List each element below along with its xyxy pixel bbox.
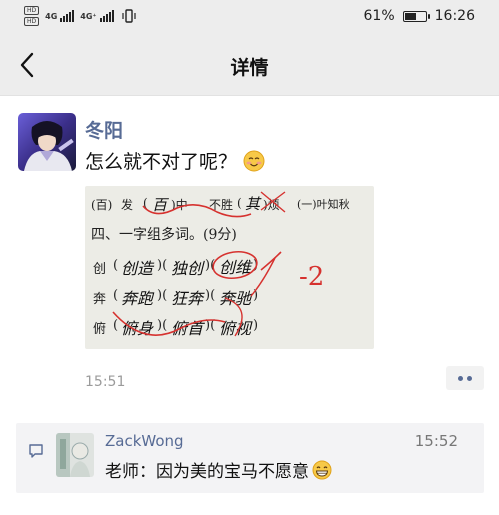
post-time: 15:51	[85, 374, 126, 390]
more-button[interactable]	[446, 366, 484, 390]
red-correction-marks	[112, 191, 286, 337]
hd-indicators: HD HD	[24, 6, 40, 26]
battery-fill	[404, 12, 417, 20]
more-dots-icon	[458, 375, 463, 381]
grinning-face-emoji	[312, 460, 332, 479]
post-text: 怎么就不对了呢？	[85, 147, 265, 174]
status-right: 61% 16:26	[364, 8, 475, 24]
comment-author[interactable]: ZackWong	[105, 432, 184, 450]
vibrate-icon	[122, 9, 136, 23]
battery-percent: 61%	[363, 8, 395, 24]
photo-score: -2	[299, 262, 325, 292]
hd-badge-1: HD	[24, 6, 40, 15]
avatar-image	[18, 113, 76, 171]
post-author[interactable]: 冬阳	[85, 116, 123, 143]
status-bar: HD HD 4G 4G⁺ 61% 16:26	[0, 0, 499, 34]
comment-icon	[29, 444, 43, 458]
author-avatar[interactable]	[18, 113, 76, 171]
smiling-face-emoji	[243, 150, 265, 171]
signal-icon-1	[60, 10, 75, 22]
post-text-content: 怎么就不对了呢？	[85, 151, 238, 173]
page-title: 详情	[230, 57, 269, 79]
clock: 16:26	[434, 8, 475, 24]
hd-badge-2: HD	[24, 17, 40, 26]
network-type-2: 4G⁺	[80, 11, 97, 21]
nav-bar: 详情	[0, 34, 499, 96]
post-photo[interactable]: (百) 发 ( 百 )中 不胜 ( 其 )烦 (一)叶知秋 四、一字组多词。(9…	[85, 186, 374, 349]
status-left: HD HD 4G 4G⁺	[24, 6, 138, 26]
network-type-1: 4G	[45, 11, 58, 21]
comment-text-content: 老师：因为美的宝马不愿意	[105, 462, 309, 482]
commenter-avatar[interactable]	[56, 433, 94, 477]
comment-text: 老师：因为美的宝马不愿意	[105, 457, 332, 482]
commenter-avatar-image	[56, 433, 94, 477]
battery-icon	[402, 10, 430, 22]
comment-time: 15:52	[414, 432, 458, 450]
signal-icon-2	[99, 10, 114, 22]
comment-section: ZackWong 15:52 老师：因为美的宝马不愿意	[16, 423, 484, 493]
